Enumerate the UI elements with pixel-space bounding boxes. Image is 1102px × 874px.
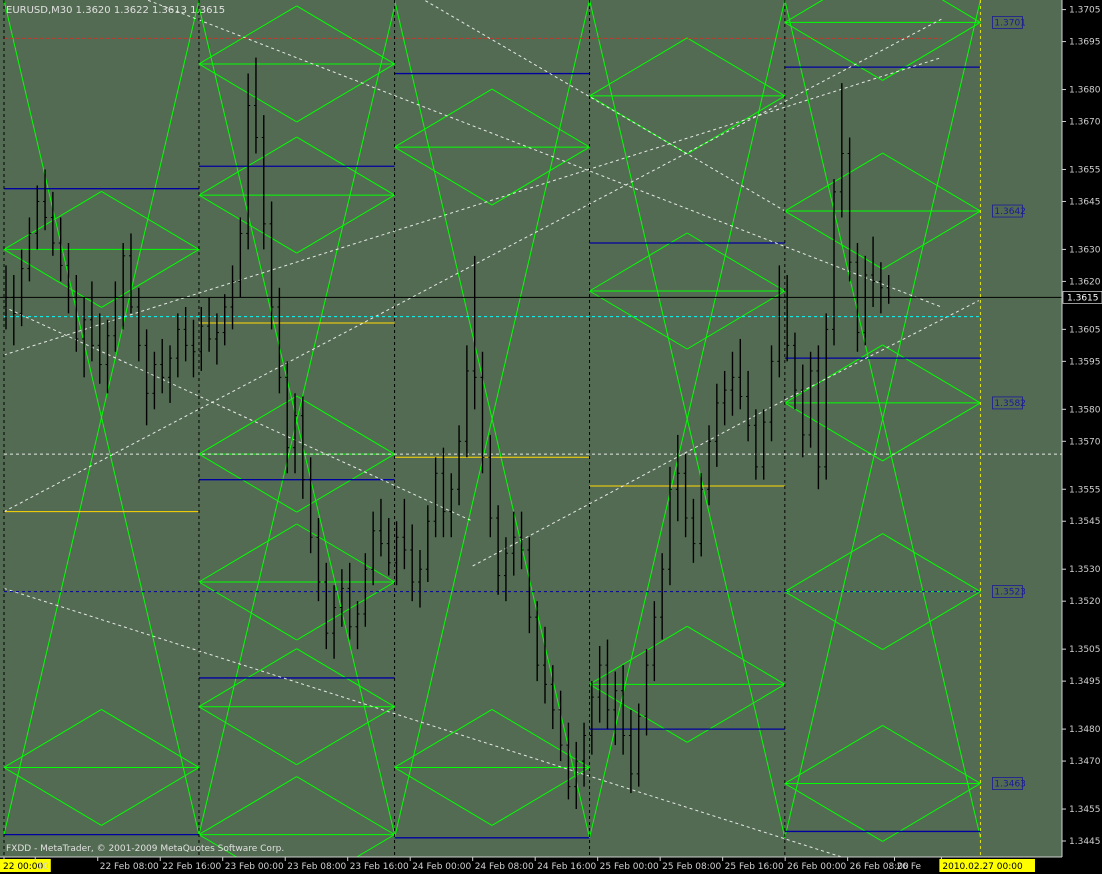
price-tick-label: 1.3520 bbox=[1069, 597, 1101, 607]
price-tick-label: 1.3595 bbox=[1069, 357, 1101, 367]
price-tick-label: 1.3645 bbox=[1069, 197, 1101, 207]
price-tick-label: 1.3695 bbox=[1069, 38, 1101, 48]
time-tick-label: 24 Feb 00:00 bbox=[412, 862, 471, 872]
level-price-label: 1.3523 bbox=[994, 588, 1025, 598]
price-tick-label: 1.3705 bbox=[1069, 6, 1101, 16]
level-price-label: 1.3642 bbox=[994, 207, 1025, 217]
price-tick-label: 1.3580 bbox=[1069, 405, 1101, 415]
time-tick-label: 25 Feb 16:00 bbox=[725, 862, 784, 872]
price-tick-label: 1.3630 bbox=[1069, 245, 1101, 255]
price-tick-label: 1.3455 bbox=[1069, 805, 1101, 815]
price-axis: 1.3705 1.3695 1.3680 1.3670 1.3655 1.3645 1.36… bbox=[1061, 0, 1102, 874]
price-tick-label: 1.3545 bbox=[1069, 517, 1101, 527]
time-tick-label: 22 Feb 16:00 bbox=[162, 862, 221, 872]
symbol-line: EURUSD,M30 1.3620 1.3622 1.3613 1.3615 bbox=[6, 5, 225, 16]
time-tick-label: 26 Fe bbox=[897, 862, 922, 872]
price-tick-label: 1.3655 bbox=[1069, 165, 1101, 175]
price-tick-label: 1.3605 bbox=[1069, 325, 1101, 335]
time-tick-label: 24 Feb 16:00 bbox=[537, 862, 596, 872]
price-tick-label: 1.3505 bbox=[1069, 645, 1101, 655]
time-axis: 22 00:0010 22 Feb 08:00 22 Feb 16:00 23 Feb… bbox=[0, 856, 1102, 874]
price-chart[interactable]: 1.3705 1.3695 1.3680 1.3670 1.3655 1.3645 1.36… bbox=[0, 0, 1102, 874]
price-tick-label: 1.3570 bbox=[1069, 437, 1101, 447]
plot-area bbox=[0, 0, 1062, 857]
time-tick-label: 23 Feb 00:00 bbox=[225, 862, 284, 872]
time-tick-label: 22 Feb 08:00 bbox=[100, 862, 159, 872]
level-price-label: 1.3701 bbox=[994, 18, 1025, 28]
price-tick-label: 1.3445 bbox=[1069, 837, 1101, 847]
time-tick-label: 23 Feb 08:00 bbox=[287, 862, 346, 872]
time-tick-label: 26 Feb 00:00 bbox=[787, 862, 846, 872]
copyright-text: FXDD - MetaTrader, © 2001-2009 MetaQuote… bbox=[6, 844, 284, 854]
time-tick-label: 24 Feb 08:00 bbox=[475, 862, 534, 872]
level-price-label: 1.3463 bbox=[994, 779, 1025, 789]
price-tick-label: 1.3620 bbox=[1069, 277, 1101, 287]
time-tick-label: 25 Feb 08:00 bbox=[662, 862, 721, 872]
time-tick-label: 10 bbox=[37, 862, 49, 872]
time-tick-label: 23 Feb 16:00 bbox=[350, 862, 409, 872]
price-tick-label: 1.3530 bbox=[1069, 565, 1101, 575]
current-price-value: 1.3615 bbox=[1067, 293, 1099, 303]
price-tick-label: 1.3480 bbox=[1069, 725, 1101, 735]
price-tick-label: 1.3495 bbox=[1069, 677, 1101, 687]
level-price-label: 1.3582 bbox=[994, 399, 1025, 409]
chart-window[interactable]: 1.3705 1.3695 1.3680 1.3670 1.3655 1.3645 1.36… bbox=[0, 0, 1102, 874]
price-tick-label: 1.3670 bbox=[1069, 118, 1101, 128]
time-highlight-label: 2010.02.27 00:00 bbox=[942, 862, 1023, 872]
price-tick-label: 1.3680 bbox=[1069, 86, 1101, 96]
price-tick-label: 1.3555 bbox=[1069, 485, 1101, 495]
time-tick-label: 25 Feb 00:00 bbox=[600, 862, 659, 872]
price-tick-label: 1.3470 bbox=[1069, 757, 1101, 767]
